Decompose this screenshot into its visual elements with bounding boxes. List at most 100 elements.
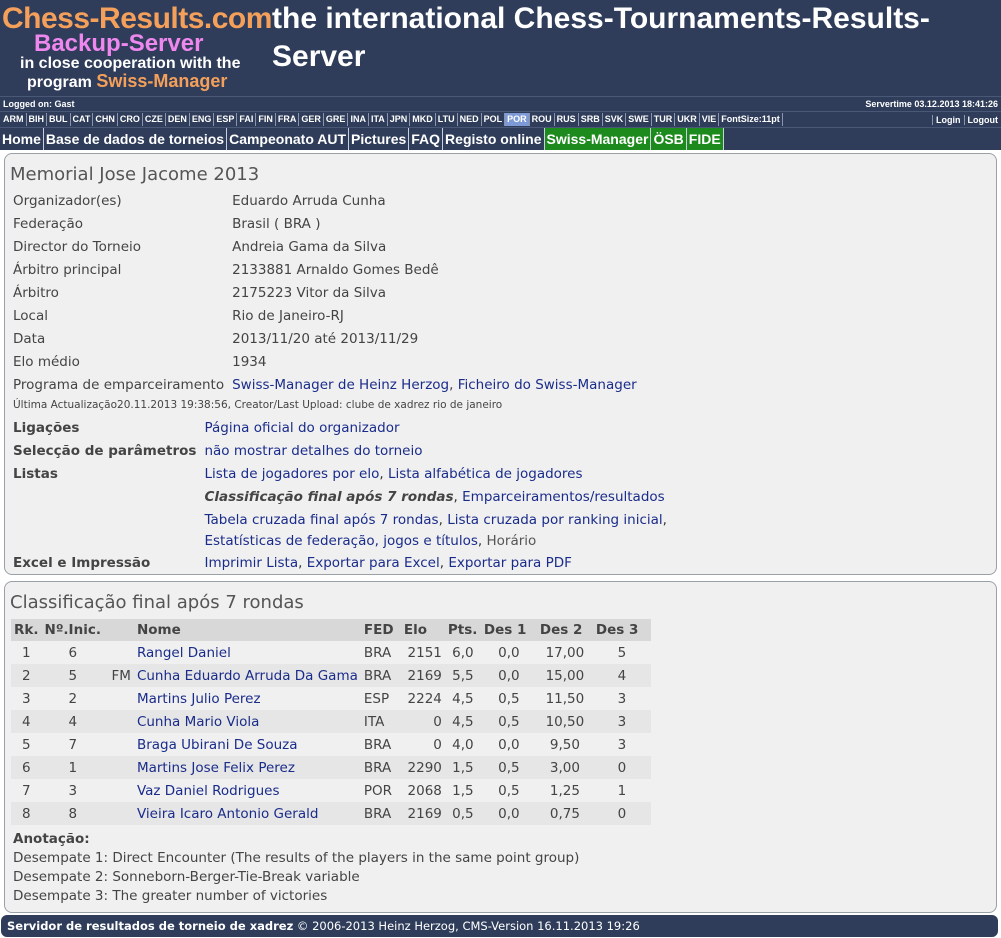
pairing-program-row: Programa de emparceiramento Swiss-Manage… [9, 373, 641, 396]
cell-d3: 4 [592, 664, 651, 687]
language-rou[interactable]: ROU [530, 113, 555, 126]
nav-registo-online[interactable]: Registo online [443, 128, 545, 150]
nav-home[interactable]: Home [0, 128, 44, 150]
player-name-link[interactable]: Rangel Daniel [137, 645, 231, 661]
cell-elo: 0 [400, 733, 445, 756]
language-gre[interactable]: GRE [324, 113, 349, 126]
last-update: Última Actualização20.11.2013 19:38:56, … [13, 399, 503, 411]
language-ger[interactable]: GER [299, 113, 324, 126]
column-header[interactable]: Des 2 [536, 619, 593, 641]
crosstable-rank-link[interactable]: Lista cruzada por ranking inicial [447, 512, 662, 528]
cell-fed: BRA [360, 733, 401, 756]
language-cro[interactable]: CRO [118, 113, 143, 126]
language-fai[interactable]: FAI [237, 113, 257, 126]
language-cat[interactable]: CAT [71, 113, 94, 126]
pairing-program-label: Programa de emparceiramento [13, 376, 225, 393]
nav--sb[interactable]: ÖSB [651, 128, 687, 150]
column-header[interactable]: Nome [133, 619, 361, 641]
nav-faq[interactable]: FAQ [409, 128, 444, 150]
login-link[interactable]: Login [932, 114, 964, 125]
swiss-manager-link[interactable]: Swiss-Manager de Heinz Herzog [232, 377, 449, 393]
cell-title [103, 802, 134, 825]
language-tur[interactable]: TUR [652, 113, 676, 126]
site-tagline: the international Chess-Tournaments-Resu… [272, 2, 930, 73]
language-fra[interactable]: FRA [276, 113, 300, 126]
language-den[interactable]: DEN [166, 113, 190, 126]
swiss-manager-file-link[interactable]: Ficheiro do Swiss-Manager [458, 377, 637, 393]
final-standings-current: Classificação final após 7 rondas [204, 488, 454, 505]
player-name-link[interactable]: Vieira Icaro Antonio Gerald [137, 806, 318, 822]
language-mkd[interactable]: MKD [410, 113, 436, 126]
language-cze[interactable]: CZE [143, 113, 166, 126]
list-elo-link[interactable]: Lista de jogadores por elo [204, 466, 379, 482]
language-ina[interactable]: INA [348, 113, 369, 126]
hide-details-link[interactable]: não mostrar detalhes do torneio [204, 443, 422, 459]
export-pdf-link[interactable]: Exportar para PDF [448, 555, 572, 571]
language-ned[interactable]: NED [458, 113, 482, 126]
language-srb[interactable]: SRB [579, 113, 603, 126]
detail-label: Elo médio [13, 353, 80, 370]
standings-title: Classificação final após 7 rondas [10, 592, 304, 613]
tournament-details: Organizador(es) Eduardo Arruda Cunha Feder… [9, 189, 641, 396]
column-header[interactable]: Elo [400, 619, 445, 641]
nav-swiss-manager[interactable]: Swiss-Manager [544, 128, 652, 150]
column-header[interactable] [103, 619, 134, 641]
column-header[interactable]: Des 3 [592, 619, 651, 641]
language-swe[interactable]: SWE [626, 113, 652, 126]
column-header[interactable]: Nº.Inic. [41, 619, 104, 641]
list-alpha-link[interactable]: Lista alfabética de jogadores [388, 466, 583, 482]
language-ita[interactable]: ITA [369, 113, 388, 126]
column-header[interactable]: Pts. [444, 619, 481, 641]
language-ltu[interactable]: LTU [436, 113, 458, 126]
crosstable-link[interactable]: Tabela cruzada final após 7 rondas [204, 512, 438, 528]
pairings-link[interactable]: Emparceiramentos/resultados [462, 489, 665, 505]
cell-elo: 2224 [400, 687, 445, 710]
player-name-link[interactable]: Martins Julio Perez [137, 691, 261, 707]
language-por[interactable]: POR [505, 113, 530, 126]
language-pol[interactable]: POL [482, 113, 506, 126]
annotation-line: Desempate 3: The greater number of victo… [13, 888, 328, 904]
nav-pictures[interactable]: Pictures [349, 128, 410, 150]
federation-stats-link[interactable]: Estatísticas de federação, jogos e títul… [204, 533, 477, 549]
cell-d3: 3 [592, 710, 651, 733]
footer-copyright: © 2006-2013 Heinz Herzog, CMS-Version 16… [293, 919, 640, 933]
column-header[interactable]: Rk. [11, 619, 42, 641]
language-fontsize-11pt[interactable]: FontSize:11pt [719, 113, 783, 126]
cell-title [103, 733, 134, 756]
language-rus[interactable]: RUS [555, 113, 579, 126]
language-bih[interactable]: BIH [27, 113, 47, 126]
detail-value: 2133881 Arnaldo Gomes Bedê [232, 261, 439, 278]
language-ukr[interactable]: UKR [675, 113, 700, 126]
nav-fide[interactable]: FIDE [686, 128, 724, 150]
player-name-link[interactable]: Braga Ubirani De Souza [137, 737, 298, 753]
player-name-link[interactable]: Martins Jose Felix Perez [137, 760, 295, 776]
player-name-link[interactable]: Vaz Daniel Rodrigues [137, 783, 280, 799]
cell-pts: 6,0 [444, 641, 481, 664]
program-name: Swiss-Manager [96, 71, 228, 91]
export-excel-link[interactable]: Exportar para Excel [307, 555, 440, 571]
language-eng[interactable]: ENG [190, 113, 215, 126]
language-chn[interactable]: CHN [93, 113, 118, 126]
detail-row: Árbitro 2175223 Vitor da Silva [9, 281, 641, 304]
annotations: Anotação: Desempate 1: Direct Encounter … [5, 825, 996, 906]
nav-campeonato-aut[interactable]: Campeonato AUT [227, 128, 350, 150]
nav-base-de-dados-de-torneios[interactable]: Base de dados de torneios [44, 128, 228, 150]
language-svk[interactable]: SVK [603, 113, 627, 126]
language-fin[interactable]: FIN [256, 113, 276, 126]
cell-d1: 0,5 [480, 756, 537, 779]
player-name-link[interactable]: Cunha Mario Viola [137, 714, 259, 730]
language-bul[interactable]: BUL [47, 113, 71, 126]
cell-d2: 9,50 [536, 733, 593, 756]
table-row: 2 5 FM Cunha Eduardo Arruda Da Gama BRA 2169 5… [11, 664, 651, 687]
language-arm[interactable]: ARM [1, 113, 27, 126]
column-header[interactable]: FED [360, 619, 401, 641]
language-jpn[interactable]: JPN [388, 113, 411, 126]
language-esp[interactable]: ESP [214, 113, 238, 126]
player-name-link[interactable]: Cunha Eduardo Arruda Da Gama [137, 668, 358, 684]
annotation-line: Desempate 2: Sonneborn-Berger-Tie-Break … [13, 869, 360, 885]
print-list-link[interactable]: Imprimir Lista [204, 555, 298, 571]
language-vie[interactable]: VIE [700, 113, 720, 126]
organizer-page-link[interactable]: Página oficial do organizador [204, 420, 399, 436]
logout-link[interactable]: Logout [963, 114, 1001, 125]
column-header[interactable]: Des 1 [480, 619, 537, 641]
